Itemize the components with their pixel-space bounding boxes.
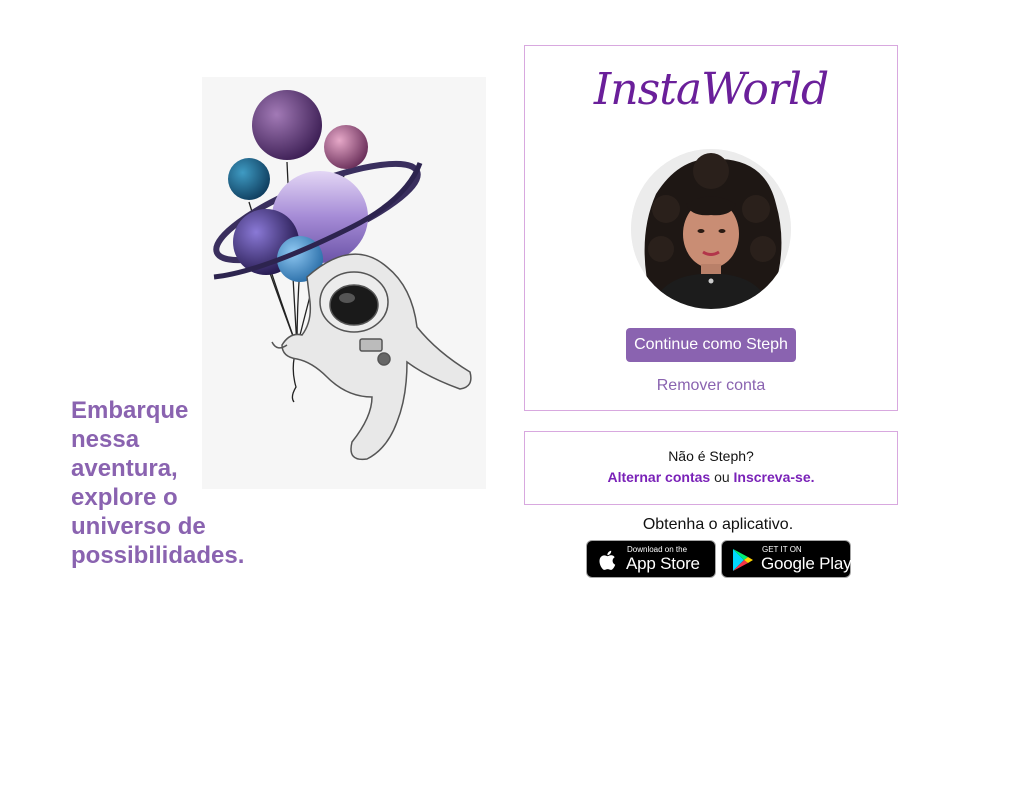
google-play-badge[interactable]: GET IT ON Google Play	[721, 540, 852, 578]
app-store-big-text: App Store	[626, 554, 700, 573]
instaworld-logo: InstaWorld	[593, 64, 829, 115]
switch-links: Alternar contas ou Inscreva-se.	[525, 468, 897, 486]
astronaut-illustration	[202, 77, 486, 489]
switch-accounts-link[interactable]: Alternar contas	[607, 469, 710, 485]
remove-account-link[interactable]: Remover conta	[525, 376, 897, 396]
not-steph-question: Não é Steph?	[668, 448, 754, 464]
page: Embarque nessa aventura, explore o unive…	[0, 0, 1012, 800]
google-play-icon	[730, 547, 756, 573]
continue-as-steph-button[interactable]: Continue como Steph	[626, 328, 796, 362]
get-app-label: Obtenha o aplicativo.	[642, 516, 794, 533]
avatar	[631, 149, 791, 309]
tagline-line: possibilidades.	[71, 542, 245, 569]
or-text: ou	[714, 469, 730, 485]
google-play-big-text: Google Play	[761, 554, 852, 573]
apple-icon	[595, 547, 621, 573]
login-card: InstaWorld Continue como Steph Remover c…	[524, 45, 898, 411]
switch-account-card: Não é Steph? Alternar contas ou Inscreva…	[524, 431, 898, 505]
app-store-badge[interactable]: Download on the App Store	[586, 540, 716, 578]
signup-link[interactable]: Inscreva-se.	[734, 469, 815, 485]
tagline-line: universo de	[71, 513, 206, 540]
